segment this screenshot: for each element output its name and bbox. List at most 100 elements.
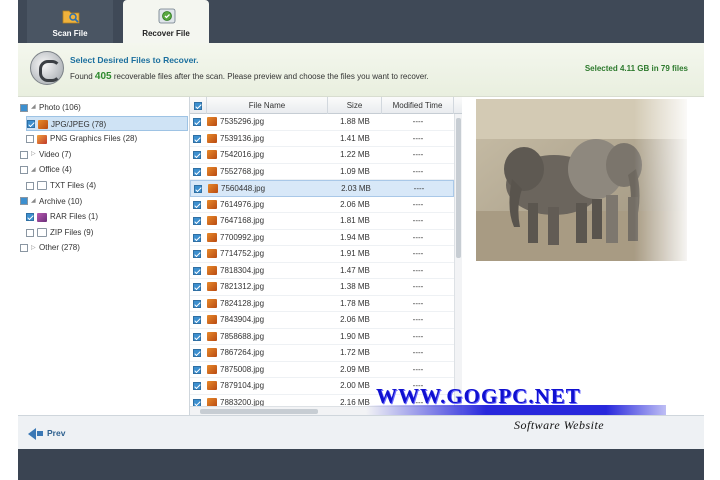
collapsed-arrow-icon[interactable]: ▷ bbox=[31, 147, 39, 162]
vertical-scrollbar[interactable] bbox=[454, 114, 462, 406]
tree-node[interactable]: ◢ Photo (106) bbox=[20, 100, 81, 115]
row-checkbox[interactable] bbox=[193, 217, 201, 225]
table-row[interactable]: 7714752.jpg 1.91 MB ---- bbox=[190, 246, 454, 263]
row-checkbox[interactable] bbox=[193, 299, 201, 308]
tree-node[interactable]: ◢ Office (4) bbox=[20, 162, 72, 177]
table-row[interactable]: 7867264.jpg 1.72 MB ---- bbox=[190, 345, 454, 362]
row-checkbox[interactable] bbox=[193, 332, 201, 341]
row-checkbox[interactable] bbox=[193, 200, 201, 209]
tree-node[interactable]: ▷ Video (7) bbox=[20, 147, 71, 162]
png-file-icon bbox=[37, 134, 47, 144]
table-row[interactable]: 7560448.jpg 2.03 MB ---- bbox=[190, 180, 454, 197]
column-header-file-name[interactable]: File Name bbox=[207, 97, 328, 114]
tree-node[interactable]: PNG Graphics Files (28) bbox=[26, 131, 137, 146]
jpg-file-icon bbox=[207, 265, 217, 275]
row-checkbox[interactable] bbox=[193, 382, 201, 390]
tree-node[interactable]: ◢ Archive (10) bbox=[20, 194, 82, 209]
tab-recover-file[interactable]: Recover File bbox=[123, 0, 209, 43]
tab-scan-file[interactable]: Scan File bbox=[27, 0, 113, 43]
table-row[interactable]: 7818304.jpg 1.47 MB ---- bbox=[190, 263, 454, 279]
tree-checkbox[interactable] bbox=[26, 228, 34, 237]
row-checkbox[interactable] bbox=[193, 349, 201, 357]
expanded-arrow-icon[interactable]: ◢ bbox=[31, 163, 39, 178]
recover-disk-icon bbox=[158, 8, 176, 24]
table-row[interactable]: 7647168.jpg 1.81 MB ---- bbox=[190, 213, 454, 230]
file-name: 7542016.jpg bbox=[220, 150, 265, 159]
tree-node-label: Photo (106) bbox=[39, 103, 81, 112]
watermark-url: WWW.GOGPC.NET bbox=[376, 384, 581, 408]
row-checkbox[interactable] bbox=[193, 233, 201, 242]
file-name: 7647168.jpg bbox=[220, 216, 265, 225]
table-row[interactable]: 7858688.jpg 1.90 MB ---- bbox=[190, 329, 454, 345]
folder-search-icon bbox=[62, 10, 80, 24]
row-checkbox[interactable] bbox=[193, 134, 201, 143]
horizontal-scroll-thumb[interactable] bbox=[200, 409, 318, 414]
tree-checkbox[interactable] bbox=[20, 244, 28, 253]
table-row[interactable]: 7552768.jpg 1.09 MB ---- bbox=[190, 164, 454, 180]
select-all-cell[interactable] bbox=[190, 97, 207, 114]
table-row[interactable]: 7539136.jpg 1.41 MB ---- bbox=[190, 131, 454, 147]
tree-node-label: Archive (10) bbox=[39, 196, 83, 206]
table-row[interactable]: 7824128.jpg 1.78 MB ---- bbox=[190, 296, 454, 312]
file-name: 7700992.jpg bbox=[220, 232, 265, 242]
jpg-file-icon bbox=[207, 133, 217, 143]
file-size: 1.72 MB bbox=[340, 348, 370, 357]
vertical-scroll-thumb[interactable] bbox=[456, 118, 461, 258]
file-modified-time: ---- bbox=[412, 348, 424, 357]
file-size: 1.94 MB bbox=[340, 232, 370, 242]
jpg-file-icon bbox=[207, 150, 217, 159]
row-checkbox[interactable] bbox=[193, 151, 201, 159]
tree-node[interactable]: TXT Files (4) bbox=[26, 178, 96, 193]
row-checkbox[interactable] bbox=[193, 118, 201, 126]
row-checkbox[interactable] bbox=[193, 283, 201, 291]
row-checkbox[interactable] bbox=[194, 185, 202, 193]
select-all-checkbox[interactable] bbox=[194, 101, 202, 110]
file-name: 7552768.jpg bbox=[220, 166, 265, 176]
main-content: ◢ Photo (106) JPG/JPEG (78) PNG Graphics Fi… bbox=[18, 97, 704, 415]
expanded-arrow-icon[interactable]: ◢ bbox=[31, 100, 39, 115]
tree-node[interactable]: JPG/JPEG (78) bbox=[26, 115, 188, 131]
tree-checkbox[interactable] bbox=[20, 103, 28, 112]
row-checkbox[interactable] bbox=[193, 250, 201, 258]
jpg-file-icon bbox=[207, 331, 217, 341]
table-row[interactable]: 7875008.jpg 2.09 MB ---- bbox=[190, 362, 454, 378]
page-title: Select Desired Files to Recover. bbox=[70, 55, 199, 65]
row-checkbox[interactable] bbox=[193, 167, 201, 176]
tree-node-label: TXT Files (4) bbox=[50, 181, 97, 190]
file-modified-time: ---- bbox=[412, 117, 424, 126]
tree-node[interactable]: RAR Files (1) bbox=[26, 209, 98, 224]
tree-checkbox[interactable] bbox=[26, 135, 34, 144]
tree-checkbox[interactable] bbox=[20, 197, 28, 206]
table-row[interactable]: 7535296.jpg 1.88 MB ---- bbox=[190, 114, 454, 131]
row-checkbox[interactable] bbox=[193, 365, 201, 374]
file-modified-time: ---- bbox=[412, 133, 424, 143]
tree-checkbox[interactable] bbox=[26, 213, 34, 222]
column-header-modified-time[interactable]: Modified Time bbox=[382, 97, 454, 114]
tree-checkbox[interactable] bbox=[20, 150, 28, 159]
collapsed-arrow-icon[interactable]: ▷ bbox=[31, 241, 39, 256]
tree-node[interactable]: ▷ Other (278) bbox=[20, 240, 80, 255]
zip-file-icon bbox=[37, 228, 47, 238]
tree-checkbox[interactable] bbox=[27, 120, 35, 129]
prev-button[interactable]: Prev bbox=[28, 426, 65, 441]
bottom-bar bbox=[18, 449, 704, 480]
table-row[interactable]: 7614976.jpg 2.06 MB ---- bbox=[190, 197, 454, 213]
tree-checkbox[interactable] bbox=[20, 166, 28, 175]
jpg-file-icon bbox=[207, 249, 217, 258]
tree-node[interactable]: ZIP Files (9) bbox=[26, 225, 93, 240]
table-row[interactable]: 7542016.jpg 1.22 MB ---- bbox=[190, 147, 454, 164]
file-size: 1.41 MB bbox=[340, 133, 370, 143]
table-row[interactable]: 7700992.jpg 1.94 MB ---- bbox=[190, 230, 454, 246]
expanded-arrow-icon[interactable]: ◢ bbox=[31, 194, 39, 209]
column-header-size[interactable]: Size bbox=[328, 97, 382, 114]
table-row[interactable]: 7821312.jpg 1.38 MB ---- bbox=[190, 279, 454, 296]
tree-node-label: Video (7) bbox=[39, 149, 72, 159]
row-checkbox[interactable] bbox=[193, 316, 201, 324]
tree-checkbox[interactable] bbox=[26, 181, 34, 190]
table-row[interactable]: 7843904.jpg 2.06 MB ---- bbox=[190, 312, 454, 329]
tree-node-label: ZIP Files (9) bbox=[50, 227, 94, 237]
file-size: 2.00 MB bbox=[340, 381, 370, 390]
jpg-file-icon bbox=[207, 348, 217, 357]
row-checkbox[interactable] bbox=[193, 266, 201, 275]
file-modified-time: ---- bbox=[412, 265, 424, 275]
